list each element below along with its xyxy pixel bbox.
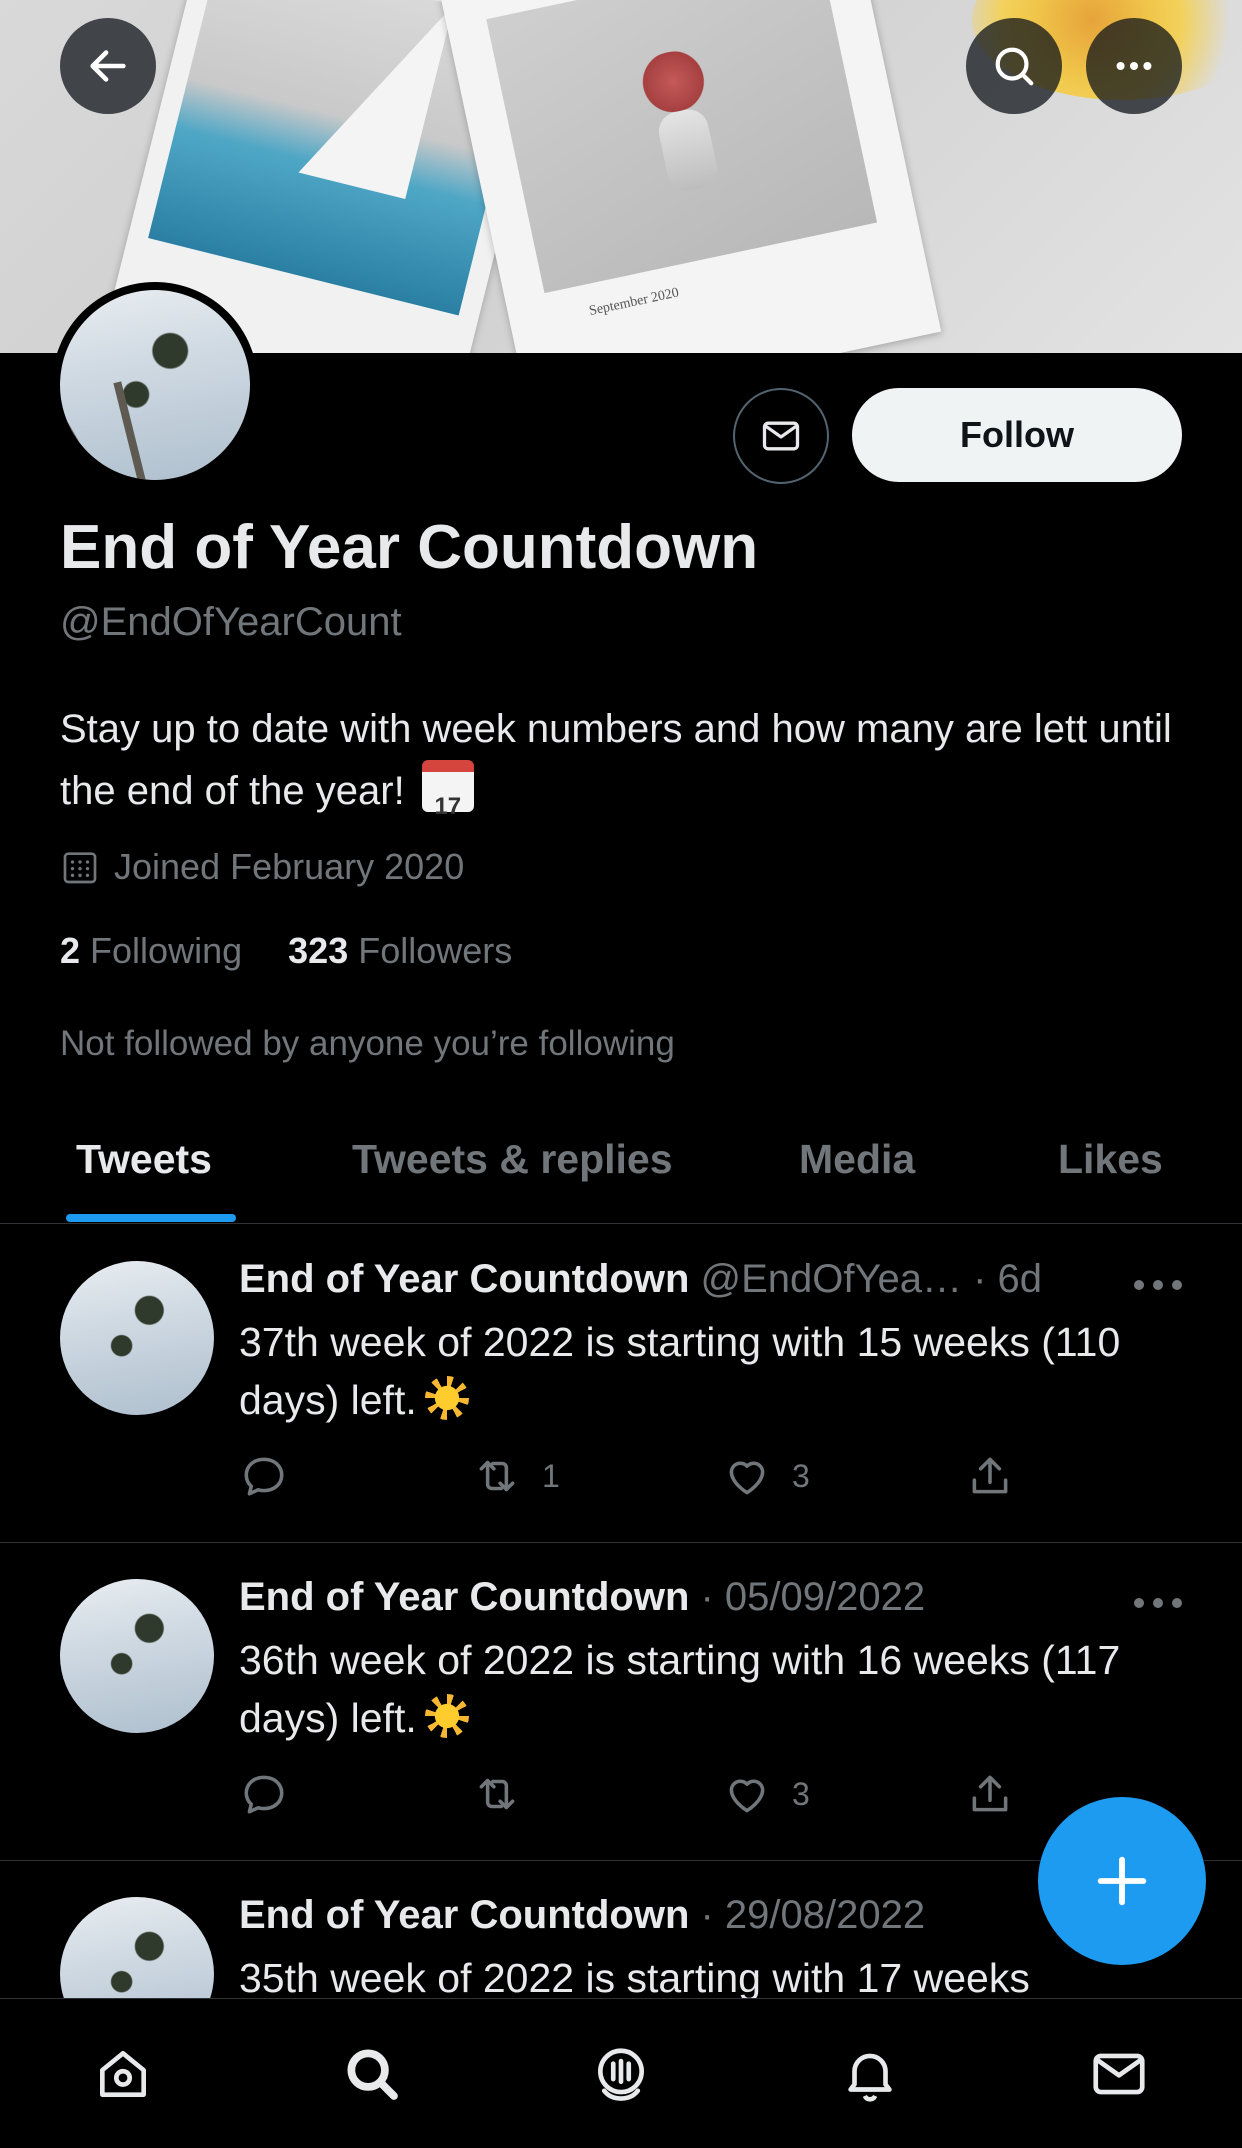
follow-stats: 2 Following 323 Followers — [60, 930, 512, 972]
tweet-header: End of Year Countdown · 05/09/2022 — [239, 1575, 925, 1620]
search-icon — [995, 47, 1034, 86]
tweet-actions: 1 3 — [239, 1451, 1059, 1507]
following-count: 2 — [60, 930, 81, 971]
tweet-text: 37th week of 2022 is starting with 15 we… — [239, 1313, 1159, 1429]
active-tab-indicator — [66, 1214, 236, 1222]
tab-tweets-replies[interactable]: Tweets & replies — [352, 1136, 673, 1183]
compose-tweet-button[interactable] — [1038, 1797, 1206, 1965]
followers-count: 323 — [288, 930, 349, 971]
tweet-avatar[interactable] — [60, 1579, 214, 1733]
nav-home[interactable] — [88, 2039, 158, 2109]
tweet-more-icon[interactable] — [1134, 1593, 1182, 1613]
calendar-emoji-text: 17 — [434, 793, 462, 820]
reply-button[interactable] — [239, 1769, 289, 1819]
tab-media[interactable]: Media — [799, 1136, 915, 1183]
tweet-text-content: 36th week of 2022 is starting with 16 we… — [239, 1637, 1121, 1741]
banner-calendar-text: September 2020 — [587, 285, 681, 320]
search-icon — [347, 2049, 398, 2100]
tweet-author[interactable]: End of Year Countdown — [239, 1893, 689, 1937]
retweet-icon — [479, 1778, 515, 1810]
like-count: 3 — [792, 1775, 810, 1812]
not-followed-note: Not followed by anyone you’re following — [60, 1024, 675, 1063]
retweet-count: 1 — [542, 1457, 560, 1494]
calendar-emoji-icon: 17 — [421, 760, 474, 820]
tweet-meta: · 29/08/2022 — [700, 1893, 926, 1937]
followers-link[interactable]: 323 Followers — [288, 930, 512, 971]
tweet-author[interactable]: End of Year Countdown — [239, 1257, 689, 1301]
like-button[interactable]: 3 — [722, 1769, 810, 1819]
tweet-actions: 3 — [239, 1769, 1059, 1825]
more-button[interactable] — [1086, 18, 1182, 114]
notifications-icon — [848, 2053, 892, 2102]
tweet-avatar[interactable] — [60, 1897, 214, 1998]
calendar-icon — [63, 852, 97, 884]
share-button[interactable] — [965, 1769, 1015, 1819]
share-icon — [972, 1775, 1008, 1812]
tweet-header: End of Year Countdown @EndOfYea… · 6d — [239, 1257, 1042, 1302]
bio-text: Stay up to date with week numbers and ho… — [60, 707, 1172, 813]
tweet[interactable]: End of Year Countdown @EndOfYea… · 6d 37… — [0, 1225, 1242, 1543]
avatar-image — [60, 290, 250, 480]
profile-bio: Stay up to date with week numbers and ho… — [60, 698, 1190, 822]
tweet-text: 36th week of 2022 is starting with 16 we… — [239, 1631, 1159, 1747]
tweet[interactable]: End of Year Countdown · 05/09/2022 36th … — [0, 1543, 1242, 1861]
tweet-text-content: 35th week of 2022 is starting with 17 we… — [239, 1955, 1030, 1998]
joined-text: Joined February 2020 — [114, 846, 465, 887]
tweet-text-content: 37th week of 2022 is starting with 15 we… — [239, 1319, 1121, 1423]
tab-likes[interactable]: Likes — [1058, 1136, 1163, 1183]
tweet-meta: · 05/09/2022 — [700, 1575, 926, 1619]
like-count: 3 — [792, 1457, 810, 1494]
spaces-icon — [598, 2048, 644, 2101]
tab-tweets[interactable]: Tweets — [76, 1136, 212, 1183]
reply-icon — [244, 1457, 284, 1496]
share-icon — [972, 1457, 1008, 1494]
nav-messages[interactable] — [1084, 2039, 1154, 2109]
profile-tabs: Tweets Tweets & replies Media Likes — [0, 1110, 1242, 1224]
banner-calendar-card: September 2020 — [438, 0, 942, 353]
retweet-icon — [479, 1460, 515, 1492]
profile-avatar[interactable] — [52, 282, 258, 488]
nav-spaces[interactable] — [586, 2039, 656, 2109]
following-link[interactable]: 2 Following — [60, 930, 242, 971]
tweet-author[interactable]: End of Year Countdown — [239, 1575, 689, 1619]
profile-name: End of Year Countdown — [60, 513, 759, 582]
share-button[interactable] — [965, 1451, 1015, 1501]
sun-emoji-icon — [424, 1376, 469, 1420]
more-horizontal-icon — [1116, 61, 1152, 71]
follow-button[interactable]: Follow — [852, 388, 1182, 482]
following-label: Following — [90, 930, 243, 971]
heart-icon — [729, 1461, 765, 1495]
plus-icon — [1097, 1856, 1147, 1906]
heart-icon — [729, 1779, 765, 1813]
back-button[interactable] — [60, 18, 156, 114]
reply-icon — [244, 1775, 284, 1814]
nav-notifications[interactable] — [835, 2039, 905, 2109]
messages-icon — [1093, 2053, 1145, 2095]
retweet-button[interactable] — [472, 1769, 542, 1819]
bottom-nav — [0, 1998, 1242, 2148]
tweet-more-icon[interactable] — [1134, 1275, 1182, 1295]
reply-button[interactable] — [239, 1451, 289, 1501]
retweet-button[interactable]: 1 — [472, 1451, 560, 1501]
search-button[interactable] — [966, 18, 1062, 114]
joined-date: Joined February 2020 — [60, 846, 464, 888]
tweet-meta: @EndOfYea… · 6d — [700, 1257, 1043, 1301]
mail-icon — [762, 421, 800, 451]
nav-search[interactable] — [337, 2039, 407, 2109]
tweet-header: End of Year Countdown · 29/08/2022 — [239, 1893, 925, 1938]
arrow-left-icon — [90, 50, 126, 82]
followers-label: Followers — [358, 930, 513, 971]
tweet-avatar[interactable] — [60, 1261, 214, 1415]
sun-emoji-icon — [424, 1694, 469, 1738]
message-button[interactable] — [733, 388, 829, 484]
tweet-text: 35th week of 2022 is starting with 17 we… — [239, 1949, 1159, 1998]
like-button[interactable]: 3 — [722, 1451, 810, 1501]
profile-handle: @EndOfYearCount — [60, 600, 402, 644]
home-icon — [100, 2051, 146, 2097]
